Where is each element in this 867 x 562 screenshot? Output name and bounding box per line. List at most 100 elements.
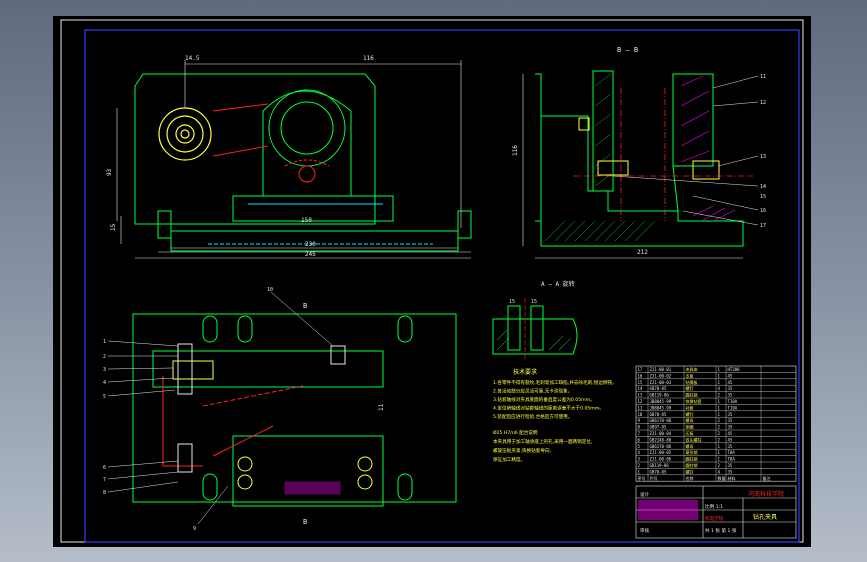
dim-section-width: 212 bbox=[637, 249, 648, 256]
cad-drawing-canvas: 14.5 116 93 15 150 230 245 B — B 116 212… bbox=[60, 19, 804, 543]
bom-cell-qty: 2 bbox=[718, 437, 721, 442]
bom-cell-no: 2 bbox=[638, 463, 641, 468]
bom-cell-name: 圆柱销 bbox=[686, 392, 698, 398]
front-view-dimensions bbox=[116, 60, 471, 259]
balloon-16: 16 bbox=[760, 208, 766, 214]
note-line: 本夹具用于加工轴承座上的孔,采用一面两销定位, bbox=[493, 438, 593, 445]
balloon-6: 6 bbox=[103, 465, 106, 471]
bom-cell-mat: 35 bbox=[728, 469, 733, 474]
dim-base-h: 15 bbox=[110, 223, 117, 231]
bom-header-name: 名称 bbox=[686, 475, 694, 481]
plan-view bbox=[132, 313, 457, 507]
bom-cell-code: GB2148-80 bbox=[650, 437, 672, 442]
bom-cell-name: 垫圈 bbox=[686, 424, 694, 430]
bom-cell-name: 圆柱销 bbox=[686, 456, 698, 462]
dim-top-height: 93 bbox=[106, 168, 113, 176]
bom-cell-qty: 1 bbox=[718, 380, 721, 385]
bom-cell-name: 螺钉 bbox=[686, 468, 694, 474]
bom-cell-name: 夹具体 bbox=[686, 366, 698, 372]
bom-cell-mat: 45 bbox=[728, 373, 733, 378]
dim-base-inner: 150 bbox=[301, 217, 312, 224]
front-view-bushing bbox=[158, 107, 212, 161]
tech-req-line: 2.各活动部分应灵活可靠,无卡滞现象。 bbox=[493, 388, 572, 395]
tech-req-line: 5.装配后应进行检验,合格后方可使用。 bbox=[493, 413, 572, 420]
bom-cell-code: ZJ1-00-03 bbox=[650, 380, 672, 385]
dim-top-width: 116 bbox=[363, 55, 374, 62]
balloon-14: 14 bbox=[760, 184, 766, 190]
note-line: Ø25 H7/n6 配合说明 bbox=[493, 429, 538, 436]
drawing-title: 钻孔夹具 bbox=[753, 513, 777, 521]
dim-base-total: 245 bbox=[305, 251, 316, 258]
bom-table: 17 ZJ1-00-01 夹具体 1 HT20016 ZJ1-00-02 支板 1 4515 ZJ… bbox=[635, 365, 797, 482]
bom-header-note: 备注 bbox=[763, 475, 771, 481]
bom-cell-name: 螺母 bbox=[686, 417, 694, 423]
bom-cell-mat: 45 bbox=[728, 380, 733, 385]
bom-cell-qty: 1 bbox=[718, 412, 721, 417]
bom-cell-qty: 1 bbox=[718, 367, 721, 372]
bom-cell-qty: 2 bbox=[718, 425, 721, 430]
plan-view-white bbox=[177, 343, 346, 473]
bom-cell-no: 3 bbox=[638, 457, 641, 462]
dim-detail-b: 15 bbox=[531, 299, 537, 305]
section-view bbox=[535, 70, 744, 247]
bom-cell-name: 螺母 bbox=[686, 443, 694, 449]
bom-cell-code: GB6170-86 bbox=[650, 444, 672, 449]
bom-cell-no: 14 bbox=[638, 386, 643, 391]
bom-cell-mat: 35 bbox=[728, 412, 733, 417]
bom-cell-no: 15 bbox=[638, 380, 643, 385]
bom-cell-name: 螺钉 bbox=[686, 411, 694, 417]
note-line: 螺旋压板夹紧,快换钻套导向, bbox=[493, 447, 552, 454]
bom-cell-qty: 2 bbox=[718, 431, 721, 436]
tb-sheet: 共 1 张 第 1 张 bbox=[705, 527, 737, 534]
bom-header-no: 序号 bbox=[638, 475, 646, 481]
section-centerlines bbox=[573, 88, 753, 221]
bom-cell-code: GB119-86 bbox=[650, 393, 670, 398]
bom-cell-code: JB8045-99 bbox=[650, 405, 672, 410]
plan-view-yellow bbox=[172, 360, 373, 490]
section-label: B — B bbox=[617, 46, 638, 54]
balloon-17: 17 bbox=[760, 223, 766, 229]
section-hatch bbox=[544, 73, 656, 242]
bom-cell-no: 16 bbox=[638, 373, 643, 378]
bom-cell-mat: 45 bbox=[728, 431, 733, 436]
bom-cell-mat: 35 bbox=[728, 463, 733, 468]
detail-view bbox=[492, 305, 578, 355]
balloon-12: 12 bbox=[760, 100, 766, 106]
bom-cell-name: 支板 bbox=[686, 372, 694, 378]
section-details bbox=[578, 117, 720, 180]
bom-cell-qty: 1 bbox=[718, 399, 721, 404]
bom-cell-name: 圆柱销 bbox=[686, 462, 698, 468]
balloon-1: 1 bbox=[103, 339, 106, 345]
bom-cell-name: 压板 bbox=[686, 430, 694, 436]
balloon-5: 5 bbox=[103, 394, 106, 400]
bom-cell-qty: 2 bbox=[718, 418, 721, 423]
tech-req-line: 1.各零件不得有裂纹,毛刺等加工缺陷,并去除毛刺,锐边倒钝。 bbox=[493, 379, 617, 386]
bom-cell-no: 4 bbox=[638, 450, 641, 455]
bom-cell-no: 7 bbox=[638, 431, 641, 436]
bom-cell-mat: T8A bbox=[728, 450, 736, 455]
tb-designer: 设计 bbox=[640, 491, 650, 498]
bom-cell-no: 13 bbox=[638, 393, 643, 398]
bom-cell-no: 8 bbox=[638, 425, 641, 430]
note-line: 保证加工精度。 bbox=[493, 456, 525, 463]
bom-cell-no: 12 bbox=[638, 399, 643, 404]
front-view-red-lines bbox=[212, 103, 330, 167]
bom-cell-no: 5 bbox=[638, 444, 641, 449]
bom-cell-no: 9 bbox=[638, 418, 641, 423]
tb-checker: 审核 bbox=[640, 527, 650, 534]
bom-cell-name: 快换钻套 bbox=[686, 398, 702, 404]
bom-cell-mat: 45 bbox=[728, 437, 733, 442]
cut-label-bottom: B bbox=[303, 518, 307, 526]
bom-cell-code: JB8045-99 bbox=[650, 399, 672, 404]
bom-cell-qty: 1 bbox=[718, 457, 721, 462]
bom-cell-mat: 35 bbox=[728, 444, 733, 449]
dim-plan-side: 11 bbox=[378, 403, 385, 411]
bom-header-code: 代号 bbox=[650, 475, 658, 481]
bom-cell-qty: 4 bbox=[718, 386, 721, 391]
bom-cell-code: GB6170-86 bbox=[650, 418, 672, 423]
plan-view-magenta-pad bbox=[284, 481, 341, 495]
bom-cell-name: 双头螺柱 bbox=[686, 436, 702, 442]
bom-cell-name: 菱形销 bbox=[686, 449, 698, 455]
bom-cell-no: 1 bbox=[638, 469, 641, 474]
bom-cell-mat: T8A bbox=[728, 457, 736, 462]
